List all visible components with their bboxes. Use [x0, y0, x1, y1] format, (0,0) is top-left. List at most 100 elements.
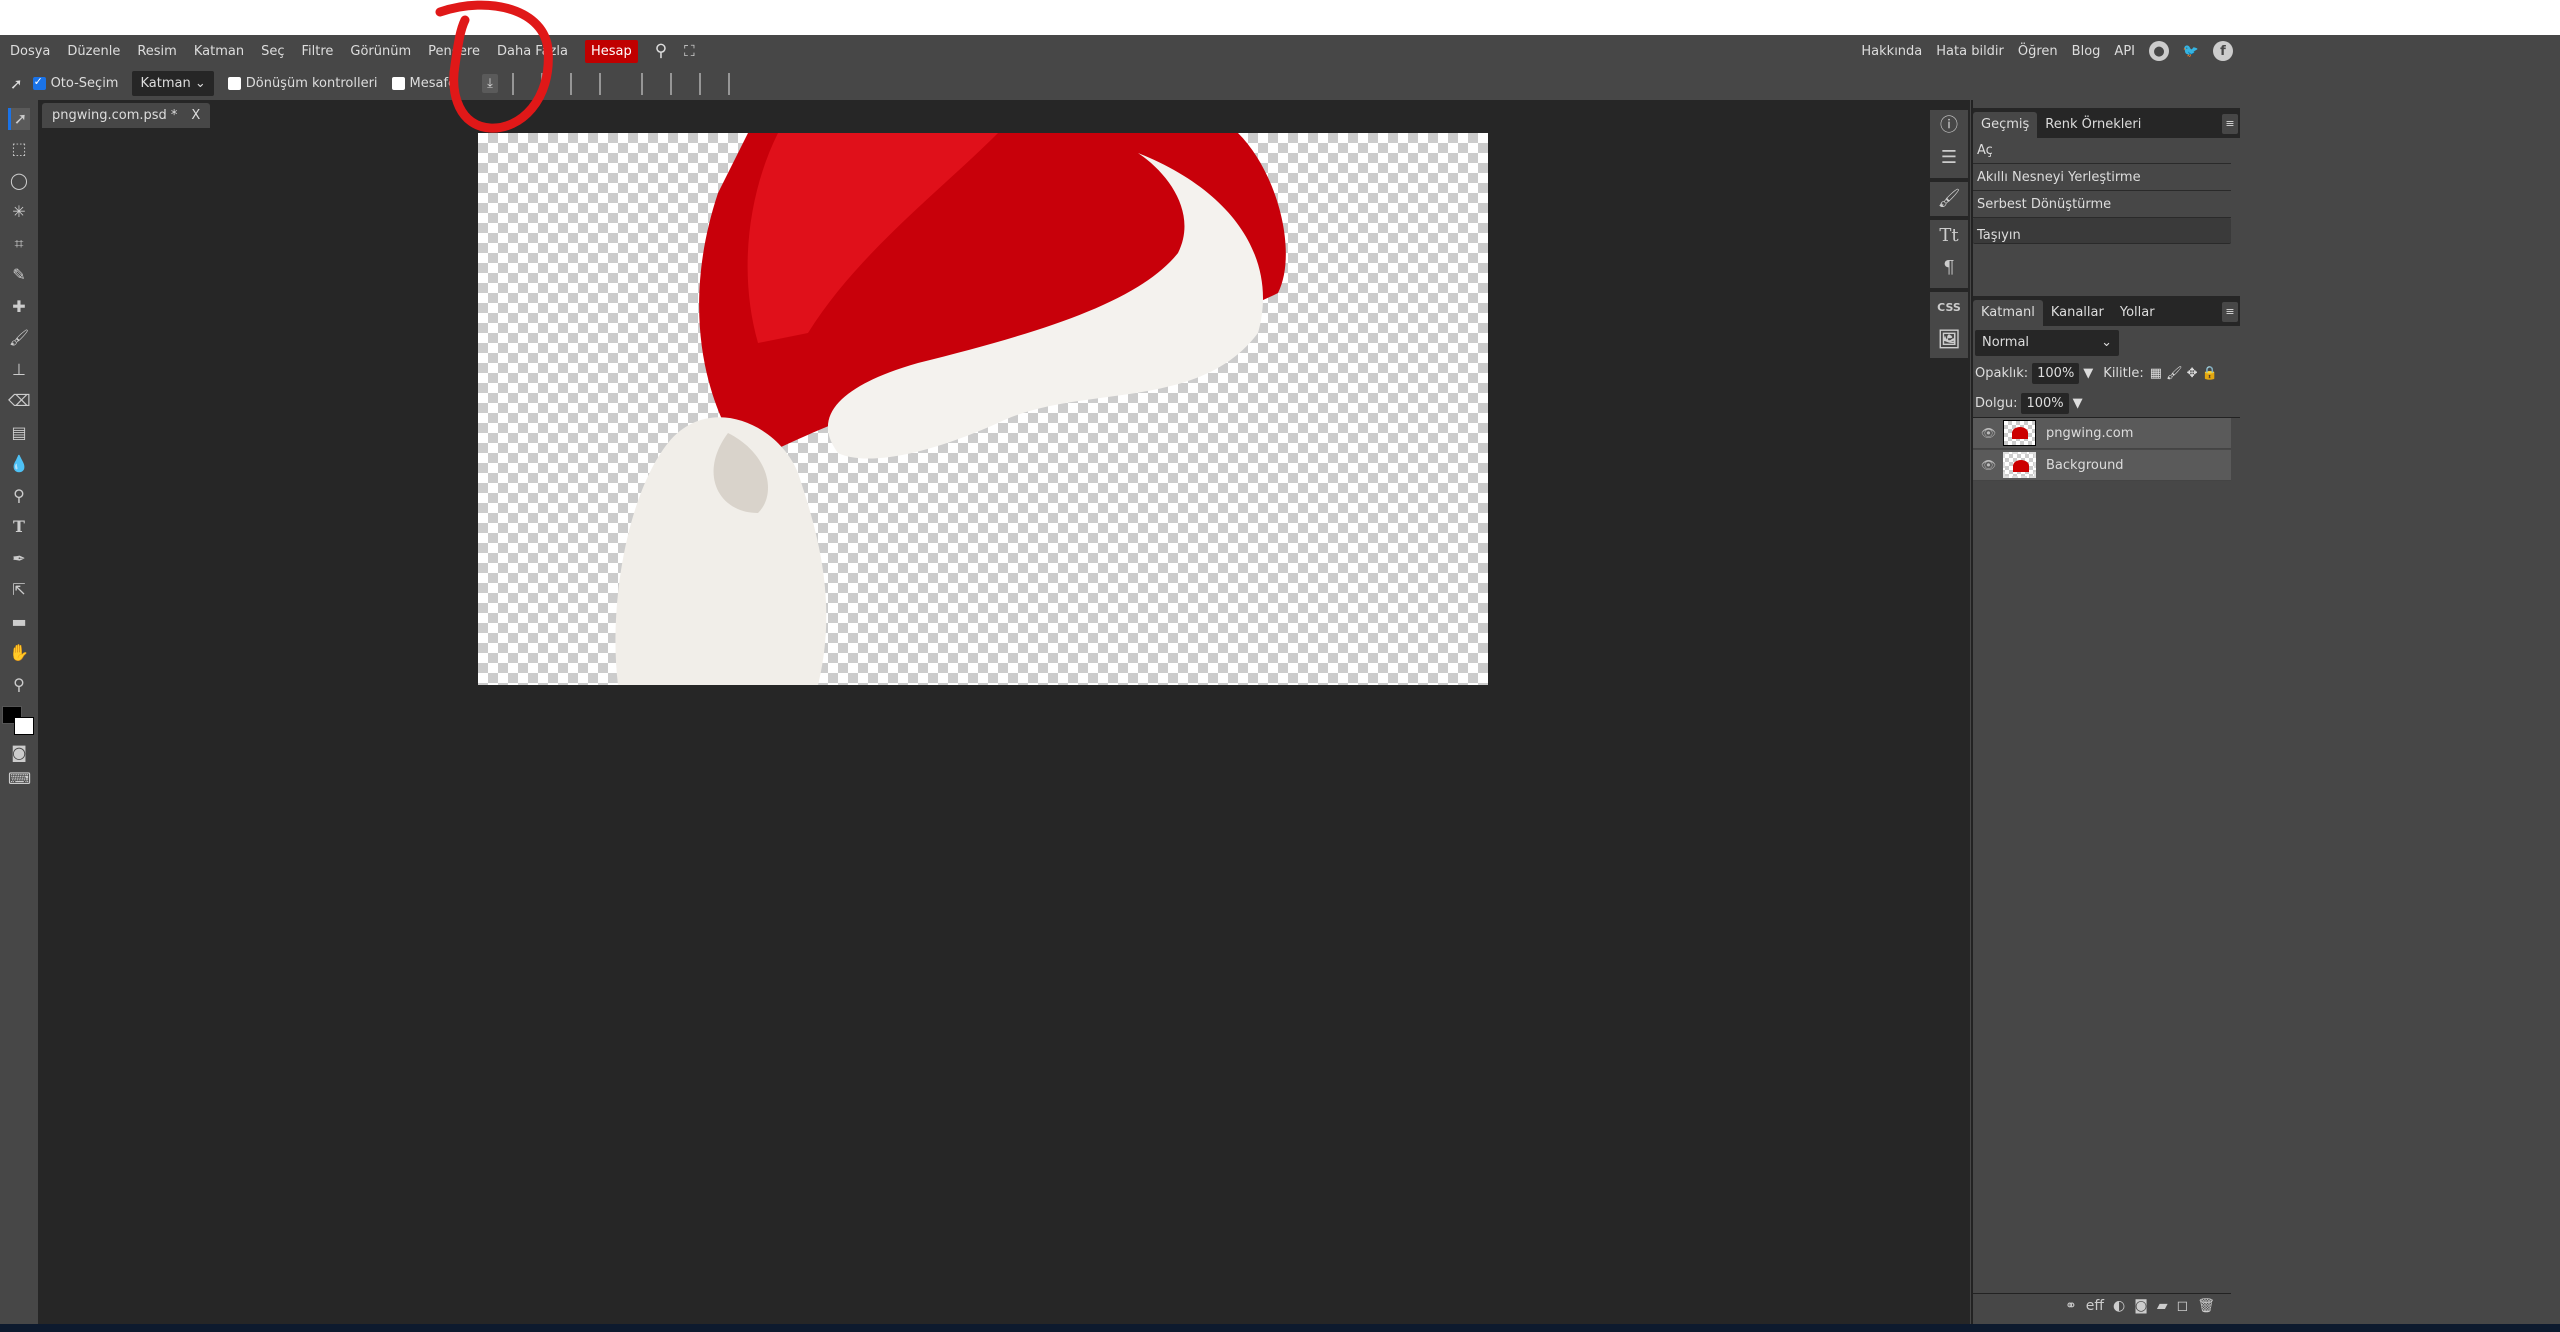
effects-icon[interactable]: eff — [2086, 1298, 2104, 1314]
css-icon[interactable]: CSS — [1930, 292, 1968, 324]
tab-swatches[interactable]: Renk Örnekleri — [2037, 112, 2149, 138]
stamp-tool-icon[interactable]: ⊥ — [8, 359, 30, 381]
tab-channels[interactable]: Kanallar — [2043, 300, 2112, 326]
target-select[interactable]: Katman ⌄ — [132, 71, 214, 96]
crop-tool-icon[interactable]: ⌗ — [8, 233, 30, 255]
gradient-tool-icon[interactable]: ▤ — [8, 422, 30, 444]
character-icon[interactable]: Tt — [1930, 220, 1968, 252]
align-bottom-icon[interactable] — [698, 72, 719, 95]
align-right-icon[interactable] — [569, 72, 590, 95]
checkbox[interactable] — [32, 75, 46, 90]
zoom-tool-icon[interactable]: ⚲ — [8, 674, 30, 696]
panel-menu-icon[interactable]: ≡ — [2222, 114, 2238, 134]
close-tab-button[interactable]: X — [191, 108, 200, 123]
document-canvas[interactable] — [478, 133, 1488, 685]
mask-icon[interactable]: ◙ — [2134, 1298, 2148, 1314]
menu-report-bug[interactable]: Hata bildir — [1936, 44, 2004, 59]
menu-bar: Dosya Düzenle Resim Katman Seç Filtre Gö… — [0, 35, 2560, 67]
menu-account[interactable]: Hesap — [584, 39, 638, 63]
tab-history[interactable]: Geçmiş — [1973, 112, 2038, 138]
pen-tool-icon[interactable]: ✒ — [8, 548, 30, 570]
history-item[interactable]: Aç — [1973, 138, 2231, 164]
reddit-icon[interactable]: ● — [2149, 41, 2169, 61]
new-layer-icon[interactable]: ◻ — [2177, 1298, 2189, 1314]
layer-name: pngwing.com — [2046, 425, 2134, 441]
auto-select-checkbox[interactable]: Oto-Seçim — [32, 75, 118, 91]
paragraph-icon[interactable]: ¶ — [1930, 252, 1968, 284]
menu-select[interactable]: Seç — [261, 44, 284, 59]
lock-transparency-icon[interactable]: ▦ — [2150, 366, 2162, 381]
blend-mode-select[interactable]: Normal ⌄ — [1975, 330, 2119, 356]
checkbox[interactable] — [391, 77, 405, 90]
link-icon[interactable]: ⚭ — [2065, 1298, 2077, 1314]
tab-layers[interactable]: Katmanl — [1973, 300, 2043, 326]
image-icon[interactable]: 🖼 — [1930, 324, 1968, 356]
menu-learn[interactable]: Öğren — [2018, 44, 2058, 59]
shape-tool-icon[interactable]: ▬ — [8, 611, 30, 633]
trash-icon[interactable]: 🗑 — [2197, 1298, 2215, 1314]
lock-position-icon[interactable]: ✥ — [2187, 366, 2198, 381]
text-tool-icon[interactable]: T — [8, 516, 30, 538]
checkbox[interactable] — [227, 77, 241, 90]
hand-tool-icon[interactable]: ✋ — [8, 642, 30, 664]
distribute-v-icon[interactable] — [727, 72, 748, 95]
lock-pixels-icon[interactable]: 🖌 — [2166, 366, 2183, 381]
move-tool-icon[interactable]: ➚ — [10, 75, 23, 93]
panel-group-1: ⓘ ☰ — [1930, 110, 1968, 178]
keyboard-icon[interactable]: ⌨ — [8, 768, 31, 790]
history-item-selected[interactable]: Taşıyın — [1973, 218, 2231, 244]
document-tab[interactable]: pngwing.com.psd * X — [42, 103, 211, 128]
search-icon[interactable]: ⚲ — [655, 41, 667, 61]
menu-edit[interactable]: Düzenle — [67, 44, 120, 59]
menu-layer[interactable]: Katman — [194, 44, 244, 59]
eye-icon[interactable]: 👁 — [1981, 458, 1997, 472]
healing-brush-icon[interactable]: ✚ — [8, 296, 30, 318]
magic-wand-icon[interactable]: ✳ — [8, 201, 30, 223]
layer-row[interactable]: 👁 Background — [1973, 450, 2231, 481]
lasso-tool-icon[interactable]: ◯ — [8, 170, 30, 192]
panel-menu-icon[interactable]: ≡ — [2222, 302, 2238, 322]
facebook-icon[interactable]: f — [2213, 41, 2233, 61]
tab-paths[interactable]: Yollar — [2112, 300, 2163, 326]
distribute-h-icon[interactable] — [598, 72, 619, 95]
adjustments-icon[interactable]: ☰ — [1930, 142, 1968, 174]
layers-panel-header: Katmanl Kanallar Yollar ≡ — [1973, 296, 2240, 326]
menu-api[interactable]: API — [2114, 44, 2135, 59]
fullscreen-icon[interactable]: ⛶ — [684, 42, 695, 60]
align-middle-icon[interactable] — [669, 72, 690, 95]
brush-settings-icon[interactable]: 🖌 — [1930, 182, 1968, 216]
lock-all-icon[interactable]: 🔒 — [2201, 366, 2217, 381]
fill-input[interactable]: 100% — [2021, 392, 2069, 414]
twitter-icon[interactable]: 🐦 — [2181, 41, 2201, 61]
blur-tool-icon[interactable]: 💧 — [8, 453, 30, 475]
path-select-icon[interactable]: ⇱ — [8, 579, 30, 601]
history-item[interactable]: Akıllı Nesneyi Yerleştirme — [1973, 165, 2231, 191]
menu-view[interactable]: Görünüm — [350, 44, 411, 59]
eyedropper-icon[interactable]: ✎ — [8, 264, 30, 286]
transform-controls-checkbox[interactable]: Dönüşüm kontrolleri — [227, 76, 378, 91]
background-color[interactable] — [14, 717, 34, 735]
menu-filter[interactable]: Filtre — [301, 44, 333, 59]
marquee-tool-icon[interactable]: ⬚ — [8, 138, 30, 160]
move-tool-icon[interactable]: ➚ — [8, 108, 30, 130]
menu-image[interactable]: Resim — [137, 44, 177, 59]
eraser-tool-icon[interactable]: ⌫ — [8, 390, 31, 412]
dodge-tool-icon[interactable]: ⚲ — [8, 485, 30, 507]
adjustment-layer-icon[interactable]: ◐ — [2113, 1298, 2125, 1314]
menu-file[interactable]: Dosya — [10, 44, 50, 59]
align-top-icon[interactable] — [640, 72, 661, 95]
menu-about[interactable]: Hakkında — [1861, 44, 1922, 59]
browser-top-strip — [0, 0, 2560, 35]
layer-row[interactable]: 👁 pngwing.com — [1973, 418, 2231, 449]
folder-icon[interactable]: ▰ — [2157, 1298, 2168, 1314]
history-item[interactable]: Serbest Dönüştürme — [1973, 192, 2231, 218]
fill-dropdown-icon[interactable]: ▼ — [2073, 396, 2083, 411]
menu-blog[interactable]: Blog — [2072, 44, 2101, 59]
opacity-input[interactable]: 100% — [2032, 362, 2080, 384]
quick-mask-icon[interactable]: ◙ — [8, 742, 30, 764]
info-icon[interactable]: ⓘ — [1930, 110, 1968, 142]
opacity-dropdown-icon[interactable]: ▼ — [2083, 366, 2093, 381]
brush-tool-icon[interactable]: 🖌 — [8, 327, 30, 349]
eye-icon[interactable]: 👁 — [1981, 426, 1997, 440]
opacity-row: Opaklık: 100% ▼ Kilitle: ▦ 🖌 ✥ 🔒 — [1975, 360, 2218, 386]
